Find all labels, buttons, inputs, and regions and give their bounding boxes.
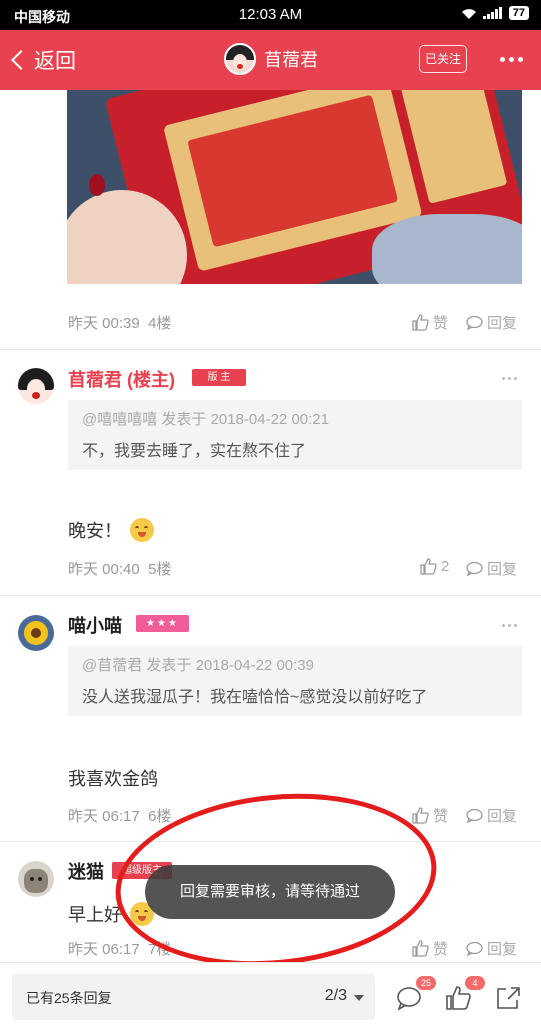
bottom-bar: 已有25条回复 2/3 25 4 [0,962,541,1030]
thumbs-up-icon [412,314,429,331]
reply-button[interactable]: 回复 [466,312,517,333]
quote-body: 没人送我湿瓜子！我在嗑恰恰~感觉没以前好吃了 [82,689,428,706]
quote-body: 不，我要去睡了，实在熬不住了 [82,443,307,460]
reply-button[interactable]: 回复 [466,805,517,826]
avatar[interactable] [18,861,54,897]
like-count-badge: 4 [465,976,485,990]
username[interactable]: 迷猫 [68,858,104,884]
like-button[interactable]: 赞 [412,805,448,826]
floor-number: 4楼 [148,315,172,332]
reply-count-text: 已有25条回复 [26,990,112,1006]
like-button[interactable]: 2 [420,558,449,575]
like-label: 赞 [433,808,449,825]
avatar[interactable] [224,43,256,75]
page-title: 苜蓿君 [264,50,318,70]
comment-count-badge: 25 [416,976,436,990]
page-selector[interactable]: 2/3 [325,987,347,1005]
signal-icon [482,7,502,19]
post-time: 昨天 06:17 [68,941,140,958]
floor-meta: 昨天 00:39 4楼 [68,312,171,333]
username[interactable]: 苜蓿君 (楼主) [68,366,175,392]
post-content: 我喜欢金鸽 [68,765,158,791]
moderator-badge: 版 主 [192,369,246,386]
post-text: 我喜欢金鸽 [68,769,158,789]
quoted-reply: @苜蓿君 发表于 2018-04-22 00:39 没人送我湿瓜子！我在嗑恰恰~… [68,646,522,716]
author-info[interactable]: 苜蓿君 [224,43,318,75]
post-time: 昨天 06:17 [68,808,140,825]
reply-label: 回复 [487,808,518,825]
post-text: 早上好 [68,905,122,925]
post-text: 晚安！ [68,521,122,541]
chevron-left-icon [11,50,31,70]
post-more-icon[interactable] [502,377,517,380]
top-nav-bar: 返回 苜蓿君 已关注 [0,30,541,90]
caret-down-icon[interactable] [354,995,364,1001]
post-time: 昨天 00:40 [68,561,140,578]
like-button[interactable]: 赞 [412,312,448,333]
like-button[interactable]: 赞 [412,938,448,959]
like-label: 赞 [433,315,449,332]
reply-button[interactable]: 回复 [466,938,517,959]
comment-icon [466,808,483,823]
divider [0,349,541,350]
quoted-reply: @嘻嘻嘻嘻 发表于 2018-04-22 00:21 不，我要去睡了，实在熬不住… [68,400,522,470]
reply-button[interactable]: 回复 [466,558,517,579]
reply-input[interactable]: 已有25条回复 2/3 [12,974,375,1020]
thumbs-up-icon [412,807,429,824]
post-more-icon[interactable] [502,624,517,627]
back-label: 返回 [34,50,76,73]
divider [0,595,541,596]
floor-number: 5楼 [148,561,172,578]
more-icon[interactable] [500,57,523,62]
floor-number: 6楼 [148,808,172,825]
floor-meta: 昨天 06:17 6楼 [68,805,171,826]
status-bar: 中国移动 12:03 AM 77 [0,0,541,30]
avatar[interactable] [18,368,54,404]
like-label: 赞 [433,941,449,958]
reply-label: 回复 [487,315,518,332]
follow-button[interactable]: 已关注 [419,45,467,73]
post-content: 晚安！ [68,517,154,543]
post-time: 昨天 00:39 [68,315,140,332]
thumbs-up-icon [412,940,429,957]
username[interactable]: 喵小喵 [68,612,122,638]
quote-header: @苜蓿君 发表于 2018-04-22 00:39 [82,657,314,674]
smile-emoji-icon [130,518,154,542]
battery-icon: 77 [508,6,529,20]
back-button[interactable]: 返回 [8,45,76,75]
floor-meta: 昨天 00:40 5楼 [68,558,171,579]
post-image[interactable] [67,90,522,284]
reply-label: 回复 [487,941,518,958]
comment-icon [466,941,483,956]
thumbs-up-icon [420,558,437,575]
wifi-icon [461,8,476,19]
comment-icon [466,315,483,330]
avatar[interactable] [18,615,54,651]
comment-icon [466,561,483,576]
share-icon[interactable] [494,985,522,1011]
reply-label: 回复 [487,561,518,578]
like-count: 2 [441,558,450,575]
star-level-badge: ★★★ [136,615,189,632]
quote-header: @嘻嘻嘻嘻 发表于 2018-04-22 00:21 [82,411,329,428]
